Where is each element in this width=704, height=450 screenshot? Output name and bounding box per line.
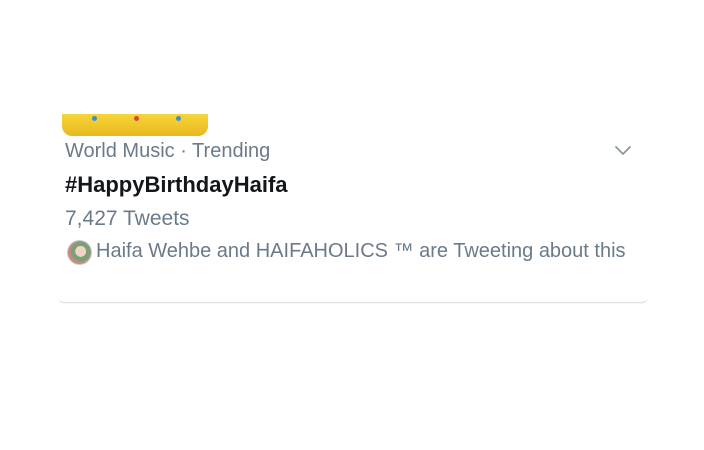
crown-gem [176, 116, 181, 121]
trend-hashtag[interactable]: #HappyBirthdayHaifa [65, 172, 288, 198]
social-proof-text: Haifa Wehbe and HAIFAHOLICS ™ are Tweeti… [96, 240, 626, 262]
crown-gem [134, 116, 139, 121]
crown-banner-image [62, 114, 208, 136]
crown-gem [92, 116, 97, 121]
chevron-down-icon[interactable] [614, 144, 632, 156]
trend-context: World Music · Trending [65, 140, 271, 162]
avatar [67, 240, 92, 265]
trend-card[interactable]: World Music · Trending #HappyBirthdayHai… [58, 114, 648, 303]
tweet-count: 7,427 Tweets [65, 207, 190, 230]
